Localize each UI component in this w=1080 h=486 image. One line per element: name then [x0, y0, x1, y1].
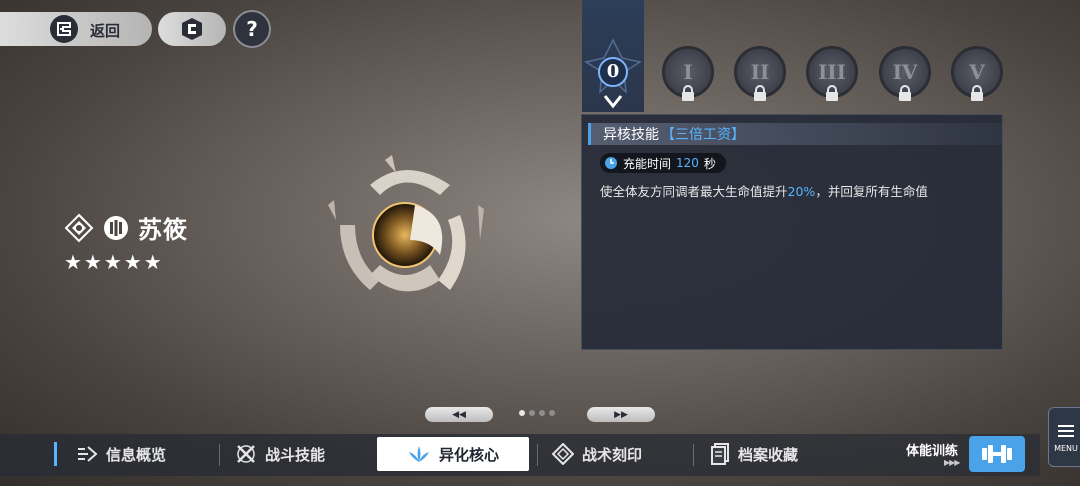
- page-dot: [539, 410, 545, 416]
- tab-divider: [693, 444, 694, 466]
- training-arrows: ▶▶▶: [944, 458, 961, 467]
- menu-button[interactable]: MENU: [1048, 407, 1080, 467]
- tab-archive-label: 档案收藏: [738, 445, 799, 464]
- tier-3-label: III: [817, 60, 847, 84]
- tier-0-emblem-icon: [584, 38, 642, 109]
- prev-page-button[interactable]: ◀◀: [425, 407, 493, 422]
- combat-skill-icon: [237, 445, 255, 463]
- tab-combat-skill-label: 战斗技能: [265, 445, 326, 464]
- next-page-button[interactable]: ▶▶: [587, 407, 655, 422]
- help-button[interactable]: ?: [233, 10, 271, 48]
- tactical-imprint-icon: [552, 443, 574, 465]
- tier-2-tab[interactable]: II: [734, 46, 786, 101]
- alien-core-orb[interactable]: [310, 145, 500, 315]
- home-logo-icon: [182, 18, 202, 40]
- page-dot: [529, 410, 535, 416]
- menu-label: MENU: [1054, 443, 1078, 453]
- home-button[interactable]: [158, 12, 226, 46]
- desc-part-1: 使全体友方同调者最大生命值提升: [600, 184, 788, 199]
- tier-1-label: I: [683, 60, 693, 84]
- tier-0-label: 0: [606, 61, 620, 82]
- character-name: 苏筱: [138, 215, 188, 244]
- back-button[interactable]: 返回: [0, 12, 152, 46]
- nav-accent: [54, 442, 57, 466]
- tier-2-label: II: [750, 60, 770, 84]
- lock-icon: [899, 85, 911, 101]
- lock-icon: [682, 85, 694, 101]
- tier-1-tab[interactable]: I: [662, 46, 714, 101]
- lock-icon: [754, 85, 766, 101]
- tab-archive[interactable]: 档案收藏: [710, 437, 798, 471]
- charge-value: 120: [676, 156, 699, 170]
- page-indicator: [519, 410, 555, 416]
- desc-part-2: ，并回复所有生命值: [815, 184, 928, 199]
- skill-description: 使全体友方同调者最大生命值提升20%，并回复所有生命值: [600, 181, 928, 200]
- archive-icon: [711, 443, 729, 465]
- training-button[interactable]: [969, 436, 1025, 472]
- clock-icon: [605, 157, 617, 169]
- page-dot: [519, 410, 525, 416]
- tier-5-tab[interactable]: V: [951, 46, 1003, 101]
- charge-label: 充能时间: [623, 156, 672, 171]
- desc-highlight: 20%: [787, 184, 816, 199]
- rarity-stars: ★★★★★: [64, 250, 164, 274]
- tab-overview-label: 信息概览: [106, 445, 167, 464]
- tier-4-tab[interactable]: IV: [879, 46, 931, 101]
- tab-overview[interactable]: 信息概览: [76, 437, 166, 471]
- tier-3-tab[interactable]: III: [806, 46, 858, 101]
- tier-5-label: V: [969, 60, 985, 84]
- tab-core-label: 异化核心: [438, 445, 499, 464]
- core-icon: [408, 446, 429, 462]
- skill-detail-panel: 异核技能 【三倍工资】 充能时间 120 秒 使全体友方同调者最大生命值提升20…: [581, 114, 1003, 350]
- menu-icon: [1058, 422, 1074, 440]
- dumbbell-icon: [982, 445, 1012, 463]
- skill-title-bar: 异核技能 【三倍工资】: [588, 123, 1002, 145]
- skill-title: 异核技能: [603, 127, 659, 143]
- tab-divider: [219, 444, 220, 466]
- class-badge-icon: [104, 215, 128, 240]
- faction-emblem-icon: [64, 213, 94, 242]
- back-label: 返回: [90, 22, 121, 40]
- lock-icon: [826, 85, 838, 101]
- character-header: 苏筱: [64, 210, 188, 245]
- skill-name: 【三倍工资】: [661, 127, 745, 143]
- tab-core[interactable]: 异化核心: [377, 437, 529, 471]
- tab-tactical-imprint-label: 战术刻印: [582, 445, 643, 464]
- overview-icon: [78, 446, 98, 462]
- tab-combat-skill[interactable]: 战斗技能: [235, 437, 325, 471]
- back-icon: [50, 15, 78, 43]
- tier-4-label: IV: [892, 60, 918, 84]
- training-label: 体能训练: [906, 444, 959, 459]
- lock-icon: [971, 85, 983, 101]
- charge-time-badge: 充能时间 120 秒: [600, 153, 726, 173]
- tier-0-tab[interactable]: 0: [582, 0, 644, 112]
- page-dot: [549, 410, 555, 416]
- tab-tactical-imprint[interactable]: 战术刻印: [552, 437, 642, 471]
- tab-divider: [537, 444, 538, 466]
- charge-unit: 秒: [703, 156, 716, 171]
